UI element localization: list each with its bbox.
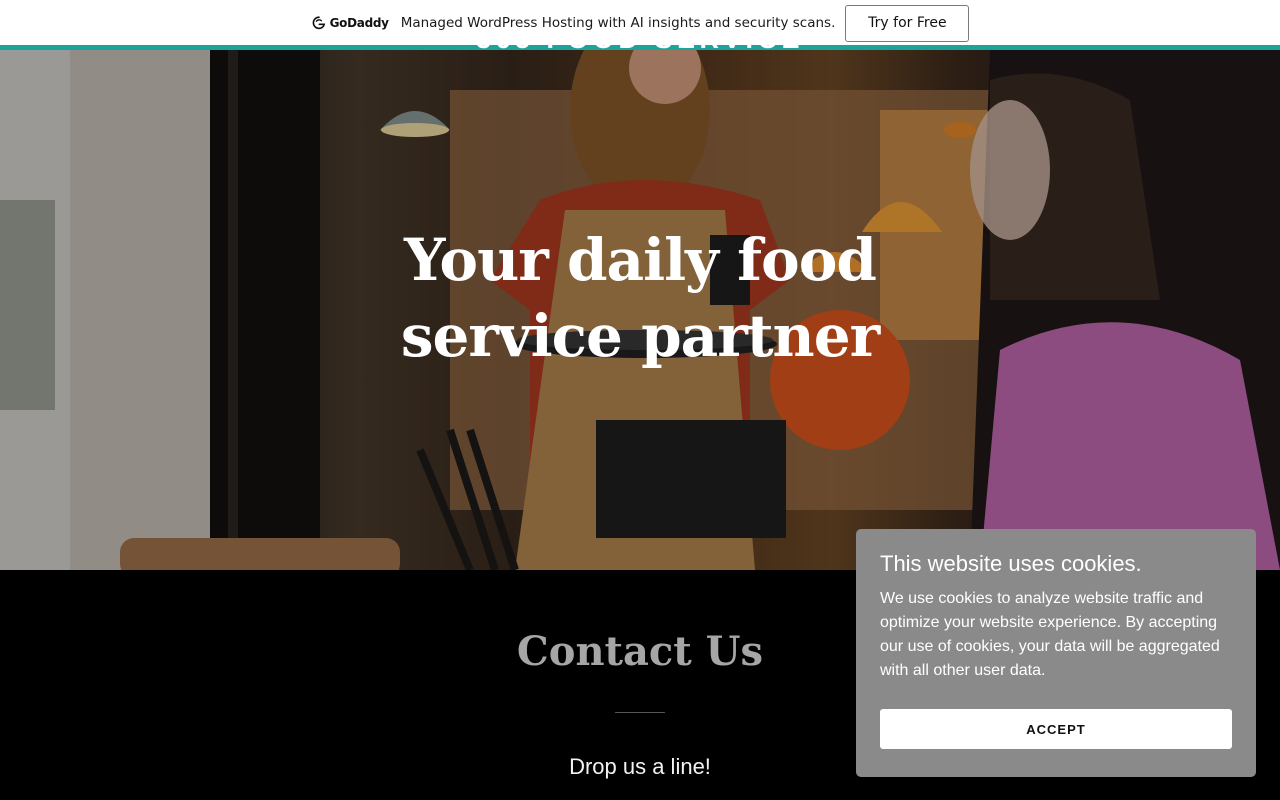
hero-heading: Your daily food service partner — [400, 226, 880, 370]
accept-cookies-button[interactable]: ACCEPT — [880, 709, 1232, 749]
cookie-body: We use cookies to analyze website traffi… — [880, 590, 1220, 679]
cookie-title: This website uses cookies. — [880, 551, 1142, 576]
cookie-consent-panel: This website uses cookies. We use cookie… — [856, 529, 1256, 777]
contact-divider — [615, 712, 665, 713]
site-title[interactable]: 365 FOOD SERVICE — [0, 24, 1280, 55]
